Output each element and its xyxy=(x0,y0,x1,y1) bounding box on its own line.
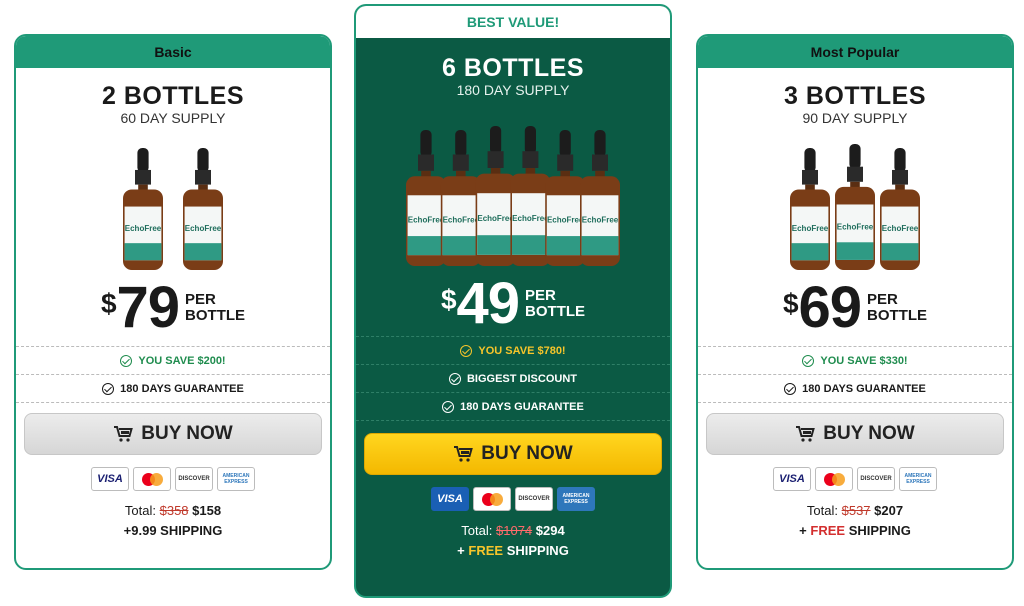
total-new-price: $294 xyxy=(535,523,565,538)
amex-icon: AMERICAN EXPRESS xyxy=(899,467,937,491)
savings-row: YOU SAVE $780! xyxy=(356,336,670,364)
plan-label: Most Popular xyxy=(698,36,1012,68)
payment-methods: VISA DISCOVER AMERICAN EXPRESS xyxy=(698,467,1012,491)
savings-text: YOU SAVE $330! xyxy=(820,354,908,367)
plan-title: 3 BOTTLES xyxy=(783,82,926,110)
price: $ 79 PER BOTTLE xyxy=(16,276,330,340)
buy-now-button[interactable]: BUY NOW xyxy=(24,413,322,455)
mastercard-icon xyxy=(133,467,171,491)
svg-text:EchoFree: EchoFree xyxy=(582,215,619,224)
buy-now-label: BUY NOW xyxy=(141,423,233,444)
mastercard-icon xyxy=(815,467,853,491)
plan-card-most-popular: Most Popular 3 BOTTLES 90 DAY SUPPLY Ech… xyxy=(696,34,1014,570)
guarantee-text: 180 DAYS GUARANTEE xyxy=(802,382,926,395)
check-circle-icon xyxy=(448,372,461,385)
savings-text: YOU SAVE $780! xyxy=(478,344,566,357)
svg-text:EchoFree: EchoFree xyxy=(443,215,480,224)
price: $ 49 PER BOTTLE xyxy=(356,272,670,336)
price-per-bottle: PER BOTTLE xyxy=(867,291,928,324)
amex-icon: AMERICAN EXPRESS xyxy=(217,467,255,491)
payment-methods: VISA DISCOVER AMERICAN EXPRESS xyxy=(356,487,670,511)
cart-icon xyxy=(454,446,474,462)
cart-icon xyxy=(796,426,816,442)
amex-icon: AMERICAN EXPRESS xyxy=(557,487,595,511)
check-circle-icon xyxy=(120,354,133,367)
cart-icon xyxy=(114,426,134,442)
mastercard-icon xyxy=(473,487,511,511)
total-old-price: $358 xyxy=(159,503,189,518)
price-amount: 79 xyxy=(116,275,181,340)
price-amount: 69 xyxy=(798,275,863,340)
buy-now-label: BUY NOW xyxy=(481,443,573,464)
shipping-text: + FREE SHIPPING xyxy=(799,523,911,538)
price-currency: $ xyxy=(782,288,799,319)
total-price: Total: $358 $158 xyxy=(124,503,222,518)
shipping-text: +9.99 SHIPPING xyxy=(123,523,223,538)
shipping-text: + FREE SHIPPING xyxy=(457,543,569,558)
svg-text:EchoFree: EchoFree xyxy=(837,223,874,232)
price-amount: 49 xyxy=(456,271,521,336)
svg-text:EchoFree: EchoFree xyxy=(477,214,514,223)
price: $ 69 PER BOTTLE xyxy=(698,276,1012,340)
guarantee-text: 180 DAYS GUARANTEE xyxy=(460,400,584,413)
plan-supply: 60 DAY SUPPLY xyxy=(120,110,226,126)
total-new-price: $207 xyxy=(874,503,904,518)
plan-supply: 180 DAY SUPPLY xyxy=(456,82,570,98)
guarantee-row: 180 DAYS GUARANTEE xyxy=(698,374,1012,402)
discover-icon: DISCOVER xyxy=(857,467,895,491)
total-old-price: $537 xyxy=(841,503,871,518)
total-price: Total: $537 $207 xyxy=(806,503,904,518)
guarantee-text: 180 DAYS GUARANTEE xyxy=(120,382,244,395)
total-new-price: $158 xyxy=(192,503,222,518)
discount-text: BIGGEST DISCOUNT xyxy=(466,372,577,385)
check-circle-icon xyxy=(802,354,815,367)
discount-row: BIGGEST DISCOUNT xyxy=(356,364,670,392)
guarantee-row: 180 DAYS GUARANTEE xyxy=(16,374,330,402)
price-currency: $ xyxy=(440,284,457,315)
total-old-price: $1074 xyxy=(496,523,533,538)
price-per-bottle: PER BOTTLE xyxy=(185,291,246,324)
visa-icon: VISA xyxy=(431,487,469,511)
visa-icon: VISA xyxy=(773,467,811,491)
svg-text:EchoFree: EchoFree xyxy=(408,215,445,224)
discover-icon: DISCOVER xyxy=(515,487,553,511)
savings-row: YOU SAVE $330! xyxy=(698,346,1012,374)
plan-supply: 90 DAY SUPPLY xyxy=(802,110,908,126)
svg-text:EchoFree: EchoFree xyxy=(125,224,162,233)
check-circle-icon xyxy=(442,400,455,413)
check-circle-icon xyxy=(460,344,473,357)
product-bottles-image: EchoFree EchoFree EchoFree xyxy=(790,144,920,270)
svg-text:EchoFree: EchoFree xyxy=(547,215,584,224)
savings-text: YOU SAVE $200! xyxy=(138,354,226,367)
check-circle-icon xyxy=(784,382,797,395)
total-price: Total: $1074 $294 xyxy=(461,523,565,538)
product-bottles-image: EchoFree EchoFree xyxy=(123,148,223,270)
buy-now-button[interactable]: BUY NOW xyxy=(364,433,662,475)
svg-text:EchoFree: EchoFree xyxy=(792,224,829,233)
plan-title: 2 BOTTLES xyxy=(101,82,244,110)
plan-card-best-value: BEST VALUE! 6 BOTTLES 180 DAY SUPPLY Ech… xyxy=(354,4,672,598)
svg-text:EchoFree: EchoFree xyxy=(512,214,549,223)
product-bottles-image: EchoFreeEchoFreeEchoFreeEchoFreeEchoFree… xyxy=(406,126,620,266)
plan-card-basic: Basic 2 BOTTLES 60 DAY SUPPLY EchoFree Ec… xyxy=(14,34,332,570)
buy-now-label: BUY NOW xyxy=(823,423,915,444)
buy-now-button[interactable]: BUY NOW xyxy=(706,413,1004,455)
svg-text:EchoFree: EchoFree xyxy=(185,224,222,233)
price-per-bottle: PER BOTTLE xyxy=(525,287,586,320)
svg-text:EchoFree: EchoFree xyxy=(882,224,919,233)
guarantee-row: 180 DAYS GUARANTEE xyxy=(356,392,670,420)
free-label: FREE xyxy=(468,543,504,558)
discover-icon: DISCOVER xyxy=(175,467,213,491)
savings-row: YOU SAVE $200! xyxy=(16,346,330,374)
plan-label: BEST VALUE! xyxy=(356,6,670,38)
free-label: FREE xyxy=(810,523,846,538)
check-circle-icon xyxy=(102,382,115,395)
plan-label: Basic xyxy=(16,36,330,68)
visa-icon: VISA xyxy=(91,467,129,491)
plan-title: 6 BOTTLES xyxy=(441,54,584,82)
price-currency: $ xyxy=(100,288,117,319)
payment-methods: VISA DISCOVER AMERICAN EXPRESS xyxy=(16,467,330,491)
